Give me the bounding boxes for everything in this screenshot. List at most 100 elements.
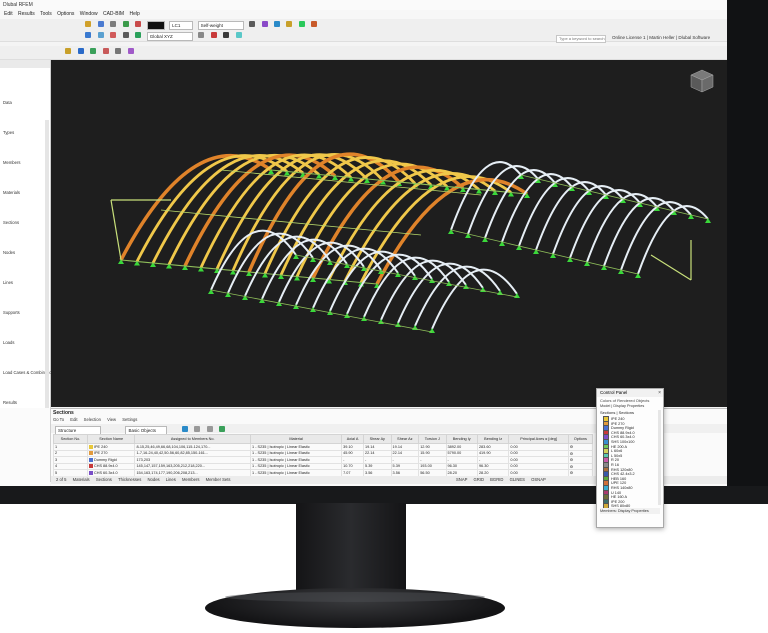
table-menu-item[interactable]: View bbox=[107, 417, 116, 422]
table-menu-item[interactable]: Settings bbox=[122, 417, 137, 422]
table-tab[interactable]: Members bbox=[182, 477, 199, 482]
view-icon[interactable] bbox=[261, 21, 268, 27]
excel-icon[interactable] bbox=[219, 426, 226, 432]
node-icon[interactable] bbox=[85, 32, 92, 38]
section-color-swatch bbox=[88, 464, 93, 469]
side-view-icon[interactable] bbox=[102, 48, 109, 54]
table-tab[interactable]: Materials bbox=[73, 477, 90, 482]
cell-section-name: CHS 88.9x4.0 bbox=[93, 464, 118, 469]
window-title: Dlubal RFEM bbox=[0, 0, 727, 10]
table-menu-item[interactable]: Edit bbox=[70, 417, 77, 422]
save-icon[interactable] bbox=[97, 21, 104, 27]
results-icon[interactable] bbox=[135, 21, 142, 27]
load-icon[interactable] bbox=[311, 21, 318, 27]
menu-bar: Edit Results Tools Options Window CAD-BI… bbox=[0, 10, 727, 19]
cell-section-name: CHS 60.3x4.0 bbox=[93, 470, 118, 475]
member-icon[interactable] bbox=[110, 32, 117, 38]
open-file-icon[interactable] bbox=[85, 21, 92, 27]
navigator-item[interactable]: Loads bbox=[3, 340, 14, 345]
top-view-icon[interactable] bbox=[77, 48, 84, 54]
support-icon bbox=[259, 298, 265, 303]
support-icon bbox=[463, 284, 469, 289]
col-header: Assigned to Members No. bbox=[134, 434, 252, 444]
calculate-icon[interactable] bbox=[122, 21, 129, 27]
load-case-name-select[interactable]: Self-weight bbox=[197, 21, 244, 30]
menu-item[interactable]: CAD-BIM bbox=[103, 11, 124, 17]
section-icon[interactable] bbox=[235, 32, 242, 38]
status-osnap[interactable]: OSNAP bbox=[531, 477, 546, 482]
menu-item[interactable]: Tools bbox=[40, 11, 52, 17]
support-icon bbox=[208, 289, 214, 294]
table-menu-item[interactable]: Selection bbox=[84, 417, 101, 422]
menu-item[interactable]: Options bbox=[57, 11, 74, 17]
menu-item[interactable]: Results bbox=[18, 11, 35, 17]
navigator-item[interactable]: Lines bbox=[3, 280, 13, 285]
control-panel-title: Control Panel bbox=[597, 389, 663, 397]
table-menu-item[interactable]: Go To bbox=[53, 417, 64, 422]
load-case-color bbox=[146, 21, 165, 30]
purlin bbox=[160, 209, 422, 236]
status-snap[interactable]: SNAP bbox=[456, 477, 467, 482]
control-panel-section: Sections | Sections bbox=[600, 410, 634, 415]
zoom-icon[interactable] bbox=[273, 21, 280, 27]
line-icon[interactable] bbox=[97, 32, 104, 38]
col-header: Principal Axes α [deg] bbox=[508, 434, 569, 444]
support-icon bbox=[429, 328, 435, 333]
surface-icon[interactable] bbox=[122, 32, 129, 38]
monitor-stand-highlight bbox=[225, 592, 485, 602]
navigator-item[interactable]: Supports bbox=[3, 310, 20, 315]
table-tab-active[interactable]: Sections bbox=[96, 477, 112, 482]
cell-section-name: IPE 240 bbox=[93, 444, 108, 449]
table-pager[interactable]: 2 of 5 bbox=[56, 477, 66, 482]
solid-icon[interactable] bbox=[135, 32, 142, 38]
navigator-item[interactable]: Types bbox=[3, 130, 14, 135]
navigator-item[interactable]: Results bbox=[3, 400, 17, 405]
search-input[interactable]: Type a keyword to search bbox=[556, 35, 606, 43]
coordinate-system-select[interactable]: Global XYZ bbox=[146, 32, 193, 41]
support-icon bbox=[514, 293, 520, 298]
navigator-item[interactable]: Materials bbox=[3, 190, 20, 195]
purlin bbox=[110, 199, 122, 261]
structure-model bbox=[110, 152, 711, 333]
support-icon bbox=[293, 254, 299, 259]
select-icon[interactable] bbox=[249, 21, 256, 27]
table-tab[interactable]: Lines bbox=[166, 477, 176, 482]
delete-icon[interactable] bbox=[210, 32, 217, 38]
wireframe-icon[interactable] bbox=[115, 48, 122, 54]
monitor-stand-neck bbox=[296, 503, 406, 593]
menu-item[interactable]: Help bbox=[130, 11, 140, 17]
control-panel-scrollbar[interactable] bbox=[658, 410, 661, 505]
table-tab[interactable]: Thicknesses bbox=[118, 477, 141, 482]
status-grid[interactable]: GRID bbox=[474, 477, 484, 482]
menu-item[interactable]: Window bbox=[80, 11, 98, 17]
table-tab[interactable]: Nodes bbox=[148, 477, 160, 482]
close-icon[interactable]: × bbox=[658, 389, 661, 397]
support-icon[interactable] bbox=[298, 21, 305, 27]
navigator-item[interactable]: Sections bbox=[3, 220, 19, 225]
status-bgrid[interactable]: BGRID bbox=[490, 477, 503, 482]
solid-render-icon[interactable] bbox=[127, 48, 134, 54]
control-panel-footer[interactable]: Members: Display Properties bbox=[600, 508, 660, 514]
navigator-item[interactable]: Nodes bbox=[3, 250, 15, 255]
filter-icon[interactable] bbox=[181, 426, 188, 432]
load-case-select[interactable]: LC1 bbox=[169, 21, 194, 30]
print-icon[interactable] bbox=[110, 21, 117, 27]
render-icon[interactable] bbox=[286, 21, 293, 27]
navigator-item[interactable]: Members bbox=[3, 160, 20, 165]
menu-item[interactable]: Edit bbox=[4, 11, 13, 17]
navigator-header bbox=[0, 60, 50, 68]
iso-view-icon[interactable] bbox=[65, 48, 72, 54]
col-header: Torsion J bbox=[418, 434, 447, 444]
export-icon[interactable] bbox=[194, 426, 201, 432]
view-cube-icon[interactable] bbox=[689, 68, 715, 94]
import-icon[interactable] bbox=[206, 426, 213, 432]
3d-viewport[interactable] bbox=[51, 60, 727, 407]
move-icon[interactable] bbox=[198, 32, 205, 38]
front-view-icon[interactable] bbox=[90, 48, 97, 54]
control-panel: Control Panel × Colors of Rendered Objec… bbox=[596, 388, 664, 528]
table-tab[interactable]: Member Sets bbox=[206, 477, 231, 482]
control-panel-tabs[interactable]: Model | Display Properties bbox=[600, 404, 644, 408]
navigator-item[interactable]: Data bbox=[3, 100, 12, 105]
measure-icon[interactable] bbox=[223, 32, 230, 38]
status-glines[interactable]: GLINES bbox=[510, 477, 525, 482]
